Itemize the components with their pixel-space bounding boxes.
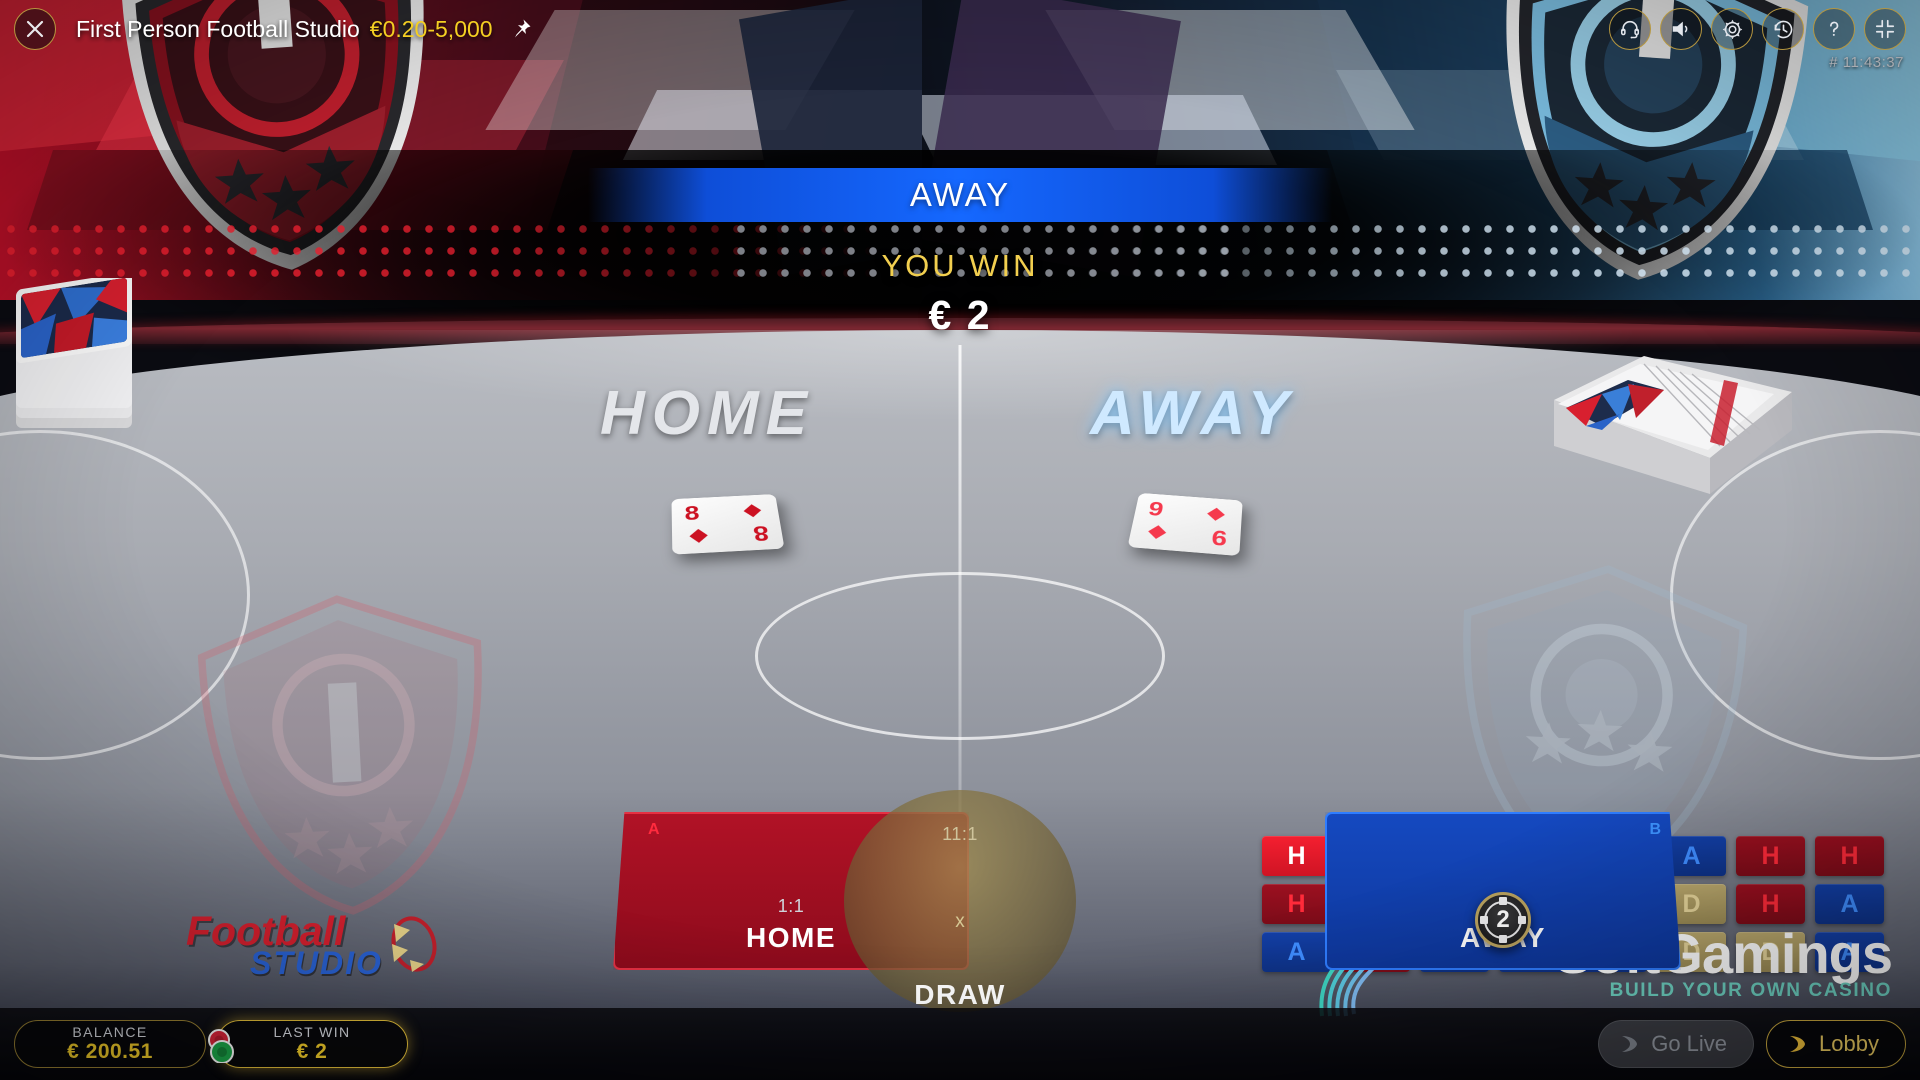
placed-chip-value: 2 (1484, 901, 1522, 939)
bottom-bar: BALANCE € 200.51 LAST WIN € 2 Go Live Lo… (0, 1008, 1920, 1080)
headset-icon (1620, 20, 1640, 39)
last-win-panel: LAST WIN € 2 (208, 1020, 408, 1068)
card-rank-away: 9 (1146, 497, 1166, 521)
game-title: First Person Football Studio (76, 15, 360, 42)
balance-panel: BALANCE € 200.51 (14, 1020, 206, 1068)
game-stage: HOME AWAY 8 8 9 9 AWAY YOU WIN € 2 A 1:1… (0, 0, 1920, 1080)
top-tool-group (1609, 8, 1906, 50)
bottom-right-actions: Go Live Lobby (1598, 1020, 1906, 1068)
bet-spot-home-corner: A (648, 821, 660, 838)
dealt-card-away: 9 9 (1127, 492, 1243, 557)
gear-icon (1722, 19, 1742, 39)
diamond-pip-icon (1146, 524, 1168, 540)
balance-label: BALANCE (72, 1024, 148, 1040)
bet-spot-draw-name: DRAW (914, 979, 1006, 1010)
bet-spot-away[interactable]: B 2 1:1 AWAY (1325, 812, 1681, 970)
discard-deck-stack (6, 272, 166, 438)
diamond-pip-icon (689, 528, 709, 544)
card-rank-away-mirror: 9 (1210, 525, 1228, 551)
result-banner: AWAY (588, 168, 1332, 222)
go-live-button[interactable]: Go Live (1598, 1020, 1755, 1068)
you-win-label: YOU WIN (881, 248, 1039, 283)
you-win-amount: € 2 (928, 292, 992, 338)
card-rank-home: 8 (684, 502, 701, 525)
center-circle (755, 572, 1165, 740)
sound-button[interactable] (1660, 8, 1702, 50)
lobby-button[interactable]: Lobby (1766, 1020, 1906, 1068)
betting-area: A 1:1 HOME B 2 1:1 AWAY 11:1 x DRAW (0, 790, 1920, 1012)
history-clock-icon (1774, 20, 1792, 38)
bet-spot-home-name: HOME (746, 922, 836, 953)
volume-icon (1672, 21, 1688, 37)
balance-value: € 200.51 (67, 1040, 153, 1063)
lobby-label: Lobby (1819, 1031, 1879, 1056)
top-bar: First Person Football Studio €0.20-5,000 (0, 0, 1920, 58)
bet-spot-away-corner: B (1649, 821, 1661, 838)
last-win-value: € 2 (296, 1040, 328, 1063)
bet-range-label: €0.20-5,000 (369, 15, 493, 42)
pin-icon[interactable] (509, 17, 533, 41)
diamond-pip-icon (1206, 507, 1226, 522)
table-away-label: AWAY (1090, 379, 1296, 448)
exit-fullscreen-icon (1875, 19, 1895, 39)
lobby-leaf-icon (1790, 1036, 1806, 1052)
go-live-leaf-icon (1622, 1036, 1638, 1052)
bet-spot-draw-x: x (955, 911, 965, 932)
bet-spot-draw[interactable]: 11:1 x DRAW (844, 790, 1076, 1012)
history-button[interactable] (1762, 8, 1804, 50)
bet-spot-draw-payout: 11:1 (942, 824, 978, 844)
bet-spot-home-payout: 1:1 (777, 896, 805, 916)
dealt-card-home: 8 8 (671, 494, 785, 555)
table-home-label: HOME (600, 379, 814, 448)
fullscreen-button[interactable] (1864, 8, 1906, 50)
live-support-button[interactable] (1609, 8, 1651, 50)
result-banner-text: AWAY (909, 176, 1011, 213)
help-button[interactable] (1813, 8, 1855, 50)
card-rank-home-mirror: 8 (751, 521, 771, 546)
diamond-pip-icon (742, 503, 763, 518)
chips-icon (208, 1029, 234, 1063)
question-mark-icon (1830, 21, 1839, 36)
settings-button[interactable] (1711, 8, 1753, 50)
card-shoe (1524, 338, 1804, 498)
close-button[interactable] (14, 8, 56, 50)
go-live-label: Go Live (1651, 1031, 1728, 1056)
close-x-icon (26, 20, 44, 38)
placed-chip-away[interactable]: 2 (1475, 892, 1531, 948)
last-win-label: LAST WIN (273, 1024, 351, 1040)
